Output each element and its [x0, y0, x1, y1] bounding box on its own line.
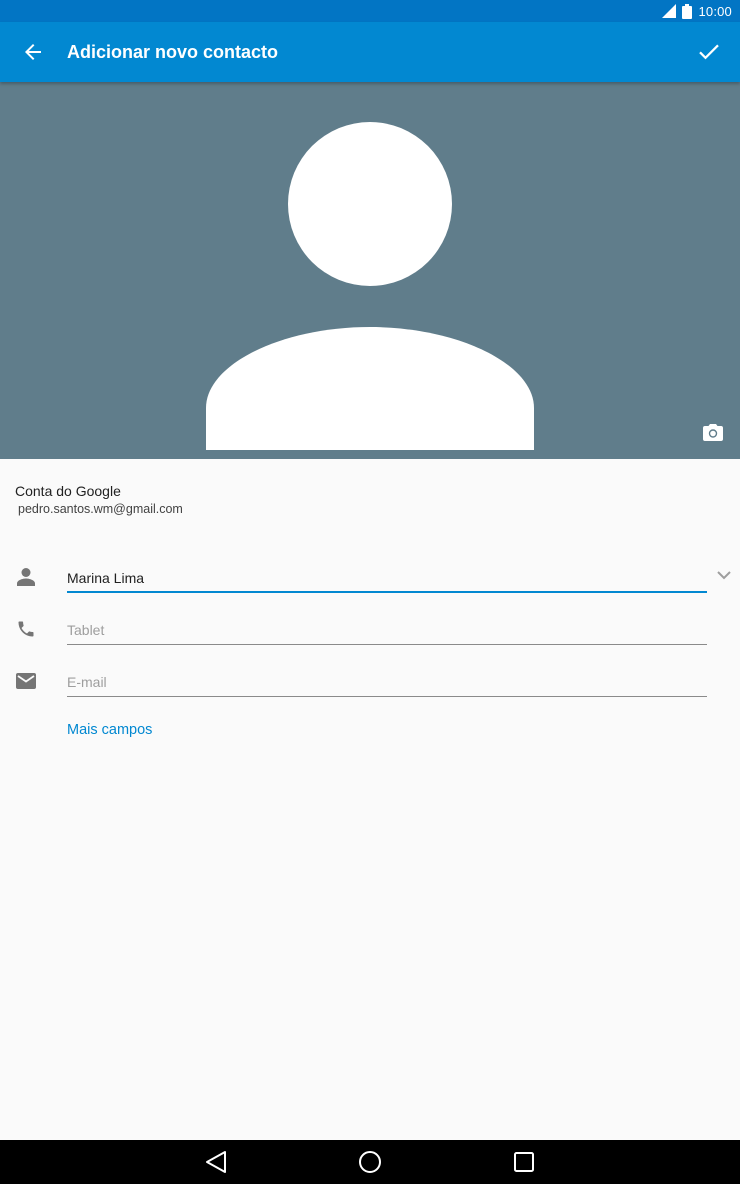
nav-recents-icon: [514, 1152, 534, 1172]
person-icon: [15, 566, 37, 588]
nav-home-icon: [359, 1151, 381, 1173]
battery-icon: [682, 3, 693, 19]
back-button[interactable]: [18, 37, 48, 67]
email-field-row: [0, 660, 740, 700]
more-fields-button[interactable]: Mais campos: [67, 722, 152, 738]
account-type: Conta do Google: [15, 483, 121, 499]
phone-icon: [15, 618, 37, 640]
email-input[interactable]: [67, 660, 707, 697]
mail-icon: [15, 670, 37, 692]
nav-recents-button[interactable]: [494, 1140, 554, 1184]
nav-back-button[interactable]: [186, 1140, 246, 1184]
account-selector[interactable]: Conta do Google pedro.santos.wm@gmail.co…: [15, 483, 183, 516]
nav-home-button[interactable]: [340, 1140, 400, 1184]
contact-photo-area[interactable]: [0, 82, 740, 459]
system-nav-bar: [0, 1140, 740, 1184]
save-button[interactable]: [694, 37, 724, 67]
phone-field-row: [0, 608, 740, 648]
name-field-row: [0, 556, 740, 596]
nav-back-icon: [206, 1151, 226, 1173]
account-email: pedro.santos.wm@gmail.com: [18, 502, 183, 516]
page-title: Adicionar novo contacto: [67, 42, 279, 62]
name-input[interactable]: [67, 556, 707, 593]
change-photo-button[interactable]: [700, 419, 726, 445]
phone-input[interactable]: [67, 608, 707, 645]
status-time: 10:00: [698, 3, 732, 19]
avatar-placeholder: [206, 122, 534, 450]
chevron-down-icon: [717, 570, 731, 579]
signal-icon: [662, 4, 677, 18]
status-bar: 10:00: [0, 0, 740, 22]
app-bar: Adicionar novo contacto: [0, 22, 740, 82]
status-indicators: 10:00: [662, 0, 732, 22]
checkmark-icon: [699, 44, 719, 60]
camera-icon: [703, 424, 723, 441]
back-arrow-icon: [25, 44, 41, 60]
expand-name-button[interactable]: [716, 567, 732, 583]
